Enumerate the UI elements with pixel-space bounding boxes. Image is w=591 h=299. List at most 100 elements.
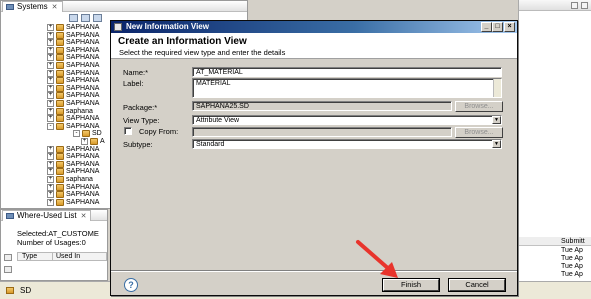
help-icon[interactable]: ? — [124, 278, 138, 292]
chevron-down-icon[interactable]: ▼ — [492, 116, 501, 124]
column-used-in[interactable]: Used In — [56, 253, 80, 261]
right-view: Submitt Tue Ap Tue Ap Tue Ap Tue Ap — [518, 0, 591, 281]
tree-item-label: SAPHANA — [66, 77, 100, 85]
subtype-select[interactable]: Standard ▼ — [192, 139, 502, 149]
expand-icon[interactable]: + — [47, 176, 54, 183]
expand-icon[interactable]: + — [47, 153, 54, 161]
expand-icon[interactable]: + — [47, 39, 54, 47]
where-used-tab-row: Where-Used List ✕ — [1, 210, 107, 221]
copy-from-field — [192, 127, 452, 137]
package-label: Package:* — [123, 103, 158, 112]
database-icon — [56, 176, 64, 183]
expand-icon[interactable]: + — [47, 84, 54, 92]
table-cell: Tue Ap — [561, 263, 583, 270]
dialog-titlebar[interactable]: New Information View _ □ × — [111, 21, 517, 33]
database-icon — [56, 84, 64, 92]
collapse-icon[interactable]: - — [47, 122, 54, 130]
database-icon — [56, 153, 64, 161]
database-icon — [56, 183, 64, 191]
database-icon — [56, 145, 64, 153]
window-icon — [114, 23, 122, 31]
expand-icon[interactable]: + — [47, 183, 54, 191]
tree-item[interactable]: + SAPHANA — [47, 198, 99, 207]
expand-icon[interactable]: + — [47, 62, 54, 69]
dialog-header: Create an Information View Select the re… — [111, 33, 517, 59]
systems-tab[interactable]: Systems ✕ — [2, 1, 63, 12]
close-icon[interactable]: ✕ — [52, 4, 58, 11]
expand-icon[interactable]: + — [47, 160, 54, 168]
systems-icon — [6, 4, 14, 10]
database-icon — [56, 69, 64, 77]
chevron-down-icon[interactable]: ▼ — [492, 140, 501, 148]
close-button[interactable]: × — [504, 22, 515, 32]
expand-icon[interactable]: + — [47, 92, 54, 100]
column-divider — [52, 253, 53, 261]
dialog-title: New Information View — [126, 22, 209, 31]
expand-icon[interactable]: + — [47, 31, 54, 39]
cancel-button[interactable]: Cancel — [448, 278, 506, 292]
subtype-value: Standard — [196, 141, 225, 148]
new-information-view-dialog: New Information View _ □ × Create an Inf… — [110, 20, 518, 296]
filter-icon[interactable] — [81, 14, 90, 22]
expand-icon[interactable]: + — [47, 168, 54, 176]
expand-icon[interactable]: + — [47, 77, 54, 85]
expand-icon[interactable]: + — [47, 69, 54, 77]
tree-item-label: SAPHANA — [66, 54, 100, 62]
tree-item-label: SAPHANA — [66, 160, 100, 168]
right-view-header — [519, 0, 591, 11]
where-used-tab[interactable]: Where-Used List ✕ — [2, 210, 92, 221]
expand-icon[interactable]: + — [47, 145, 54, 153]
menu-icon[interactable] — [93, 14, 102, 22]
tree-item-label: SAPHANA — [66, 191, 100, 199]
page-subtitle: Select the required view type and enter … — [119, 48, 286, 57]
name-field[interactable]: AT_MATERIAL — [192, 67, 502, 77]
maximize-button[interactable]: □ — [492, 22, 503, 32]
tree-item-label: SAPHANA — [66, 183, 100, 191]
label-field-scrollbar[interactable] — [493, 79, 501, 97]
right-view-table-header: Submitt — [519, 237, 591, 246]
maximize-icon[interactable] — [581, 2, 588, 9]
column-type[interactable]: Type — [22, 253, 37, 261]
database-icon — [56, 115, 64, 123]
add-system-icon[interactable] — [69, 14, 78, 22]
view-type-select[interactable]: Attribute View ▼ — [192, 115, 502, 125]
expand-icon[interactable]: + — [81, 138, 88, 145]
tree-item-label: SAPHANA — [66, 145, 100, 153]
label-field[interactable]: MATERIAL — [192, 78, 502, 98]
table-cell: Tue Ap — [561, 271, 583, 278]
collapse-icon[interactable]: - — [73, 130, 80, 138]
copy-from-browse-button[interactable]: Browse... — [455, 127, 503, 138]
refresh-icon[interactable] — [4, 254, 12, 261]
package-browse-button[interactable]: Browse... — [455, 101, 503, 112]
tree-item-label: SAPHANA — [66, 84, 100, 92]
tree-item-label: A — [100, 138, 105, 145]
subtype-label: Subtype: — [123, 140, 153, 149]
minimize-icon[interactable] — [571, 2, 578, 9]
name-label: Name:* — [123, 68, 149, 77]
systems-tab-label: Systems — [17, 2, 48, 11]
expand-icon[interactable]: + — [47, 198, 54, 206]
database-icon — [56, 31, 64, 39]
package-icon — [6, 287, 14, 294]
minimize-button[interactable]: _ — [481, 22, 492, 32]
copy-from-checkbox[interactable] — [124, 127, 132, 135]
systems-tab-row: Systems ✕ — [1, 1, 247, 12]
expand-icon[interactable]: + — [47, 107, 54, 115]
expand-icon[interactable]: + — [47, 54, 54, 62]
close-icon[interactable]: ✕ — [81, 213, 87, 220]
package-field: SAPHANA25.SD — [192, 101, 452, 111]
column-submitted[interactable]: Submitt — [561, 237, 585, 246]
expand-icon[interactable]: + — [47, 100, 54, 107]
tree-item-label: saphana — [66, 107, 93, 115]
label-field-value: MATERIAL — [196, 80, 231, 87]
export-icon[interactable] — [4, 266, 12, 273]
expand-icon[interactable]: + — [47, 24, 54, 31]
table-cell: Tue Ap — [561, 247, 583, 254]
database-icon — [56, 77, 64, 85]
view-type-value: Attribute View — [196, 117, 240, 124]
footer-divider — [111, 270, 517, 272]
tree-item-label: SAPHANA — [66, 69, 100, 77]
expand-icon[interactable]: + — [47, 191, 54, 199]
expand-icon[interactable]: + — [47, 46, 54, 54]
expand-icon[interactable]: + — [47, 115, 54, 123]
